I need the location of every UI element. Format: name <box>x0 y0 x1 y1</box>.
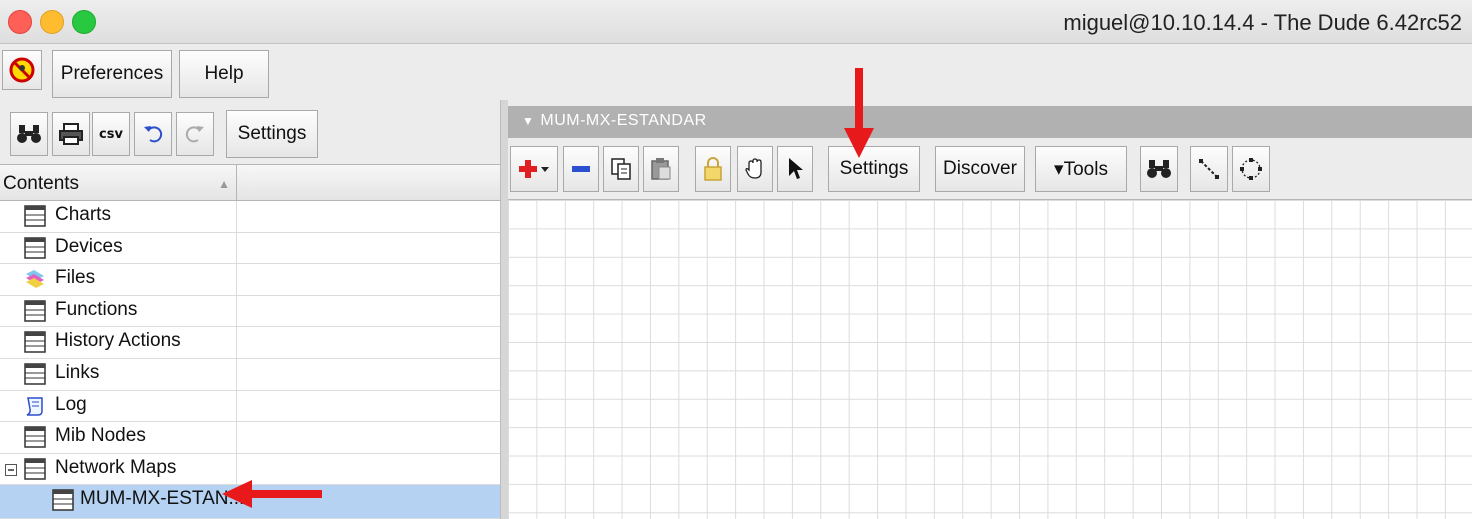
list-item-log[interactable]: Log <box>0 390 500 423</box>
export-csv-button[interactable]: csv <box>92 112 130 156</box>
tools-dropdown-button[interactable]: ▾Tools <box>1035 146 1127 192</box>
csv-icon: csv <box>99 126 123 142</box>
list-item-history-actions[interactable]: History Actions <box>0 327 500 359</box>
list-item-label: Charts <box>55 204 111 225</box>
list-item-label: Links <box>55 362 100 383</box>
find-button[interactable] <box>10 112 48 156</box>
layout-tool-button[interactable] <box>1232 146 1270 192</box>
lock-button[interactable] <box>695 146 731 192</box>
list-item-label: Functions <box>55 298 138 320</box>
table-icon <box>24 363 46 385</box>
print-button[interactable] <box>52 112 90 156</box>
table-icon <box>52 489 74 512</box>
list-item-devices[interactable]: Devices <box>0 232 500 265</box>
table-icon <box>24 205 46 227</box>
maximize-window-button[interactable] <box>72 10 96 34</box>
binoculars-icon <box>17 125 41 143</box>
list-item-label: Network Maps <box>55 456 177 478</box>
annotation-arrow-down-icon <box>844 68 874 158</box>
map-title: MUM-MX-ESTANDAR <box>540 112 707 129</box>
undo-icon <box>144 126 163 143</box>
list-item-label: Devices <box>55 235 123 257</box>
table-icon <box>24 458 46 480</box>
list-item-functions[interactable]: Functions <box>0 295 500 328</box>
add-dropdown-icon <box>519 160 549 178</box>
printer-icon <box>59 123 83 145</box>
close-window-button[interactable] <box>8 10 32 34</box>
window-title: miguel@10.10.14.4 - The Dude 6.42rc52 <box>1063 10 1462 35</box>
remove-button[interactable] <box>563 146 599 192</box>
list-item-label: Log <box>55 393 87 415</box>
help-button[interactable]: Help <box>179 50 269 98</box>
paste-button[interactable] <box>643 146 679 192</box>
contents-column-header[interactable]: Contents ▲ <box>0 165 500 201</box>
table-icon <box>24 331 46 354</box>
redo-icon <box>185 126 204 143</box>
minus-icon <box>572 166 590 172</box>
hand-tool-button[interactable] <box>737 146 773 192</box>
list-item-label: History Actions <box>55 330 181 352</box>
map-find-button[interactable] <box>1140 146 1178 192</box>
pointer-icon <box>789 158 803 179</box>
contents-panel: Contents ▲ Charts Devices Files Function… <box>0 164 500 519</box>
table-icon <box>24 300 46 322</box>
list-item-charts[interactable]: Charts <box>0 201 500 233</box>
table-icon <box>24 426 46 448</box>
binoculars-icon <box>1147 160 1171 178</box>
paste-icon <box>651 158 671 180</box>
hand-icon <box>745 158 762 179</box>
minimize-window-button[interactable] <box>40 10 64 34</box>
copy-icon <box>611 158 631 180</box>
undo-button[interactable] <box>134 112 172 156</box>
map-collapse-icon[interactable]: ▼ <box>522 114 534 128</box>
annotation-arrow-left-icon <box>222 480 322 508</box>
list-item-links[interactable]: Links <box>0 359 500 391</box>
map-title-bar: ▼ MUM-MX-ESTANDAR <box>508 106 1472 138</box>
left-settings-button[interactable]: Settings <box>226 110 318 158</box>
collapse-icon[interactable] <box>5 463 17 476</box>
contents-header-label: Contents <box>3 173 80 194</box>
files-icon <box>26 270 44 289</box>
preferences-button[interactable]: Preferences <box>52 50 172 98</box>
log-icon <box>26 396 43 416</box>
list-item-label: MUM-MX-ESTAN... <box>80 488 245 510</box>
panel-splitter[interactable] <box>500 100 508 519</box>
discover-button[interactable]: Discover <box>935 146 1025 192</box>
network-map-canvas[interactable] <box>508 200 1472 519</box>
disconnect-button[interactable] <box>2 50 42 90</box>
select-tool-button[interactable] <box>777 146 813 192</box>
title-bar: miguel@10.10.14.4 - The Dude 6.42rc52 <box>0 0 1472 44</box>
diagonal-link-icon <box>1199 159 1219 179</box>
list-item-files[interactable]: Files <box>0 264 500 296</box>
list-item-mib-nodes[interactable]: Mib Nodes <box>0 422 500 454</box>
add-button[interactable] <box>510 146 558 192</box>
lock-icon <box>704 157 722 181</box>
copy-button[interactable] <box>603 146 639 192</box>
list-item-label: Mib Nodes <box>55 425 146 447</box>
redo-button[interactable] <box>176 112 214 156</box>
stop-icon <box>9 57 35 83</box>
list-item-label: Files <box>55 267 96 289</box>
circle-layout-icon <box>1240 158 1262 180</box>
table-icon <box>24 236 46 259</box>
sort-arrow-icon: ▲ <box>218 177 230 191</box>
link-tool-button[interactable] <box>1190 146 1228 192</box>
